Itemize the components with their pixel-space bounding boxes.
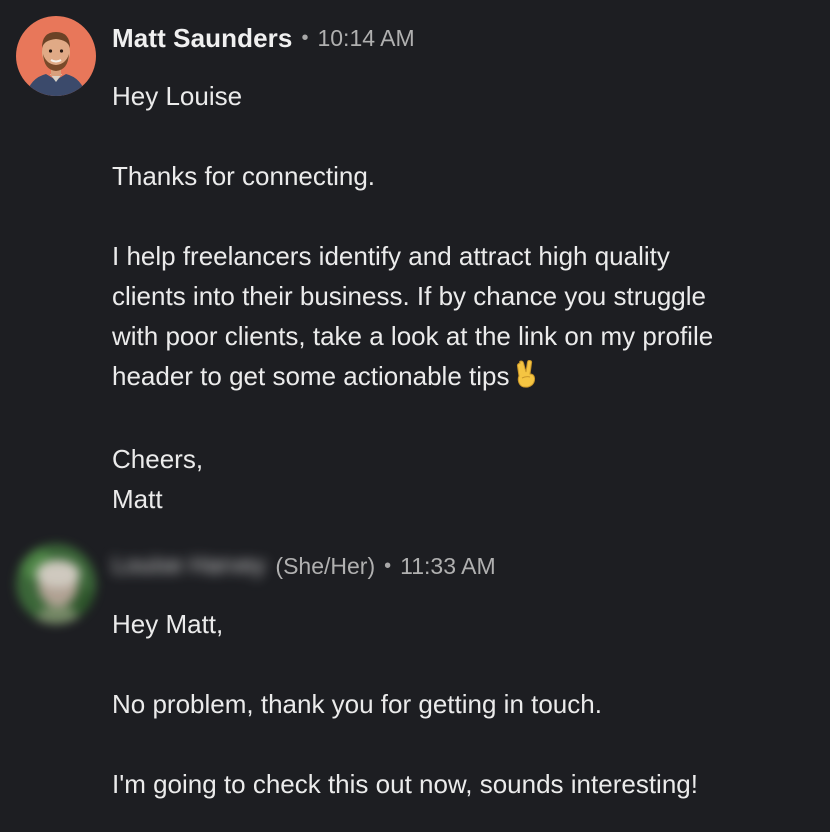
separator-dot: • (384, 554, 392, 577)
avatar[interactable] (16, 16, 96, 96)
message-line: I help freelancers identify and attract … (112, 241, 670, 271)
avatar[interactable] (16, 544, 96, 624)
message-line: with poor clients, take a look at the li… (112, 321, 714, 351)
message-line: header to get some actionable tips (112, 361, 510, 391)
message-line: I'm going to check this out now, sounds … (112, 769, 698, 799)
message-line: clients into their business. If by chanc… (112, 281, 706, 311)
sender-name[interactable]: Louise Harvey (112, 552, 265, 580)
message-line: Cheers, (112, 444, 204, 474)
message-line: No problem, thank you for getting in tou… (112, 689, 602, 719)
message-line: Matt (112, 484, 163, 514)
message-header: Louise Harvey (She/Her) • 11:33 AM (112, 548, 496, 584)
timestamp: 11:33 AM (400, 552, 496, 579)
message-header: Matt Saunders • 10:14 AM (112, 20, 415, 56)
sender-name[interactable]: Matt Saunders (112, 23, 292, 54)
message-thread: Matt Saunders • 10:14 AM Hey Louise Than… (0, 0, 830, 832)
profile-photo-icon (16, 16, 96, 96)
separator-dot: • (301, 26, 309, 49)
victory-hand-icon (515, 359, 537, 399)
message-line: Hey Louise (112, 81, 243, 111)
timestamp: 10:14 AM (317, 24, 415, 51)
message-body: Hey Matt, No problem, thank you for gett… (112, 604, 812, 804)
pronouns: (She/Her) (275, 552, 376, 579)
message-line-with-emoji: header to get some actionable tips (112, 356, 812, 399)
blurred-profile-photo-icon (16, 544, 96, 624)
message-line: Thanks for connecting. (112, 161, 376, 191)
message-body: Hey Louise Thanks for connecting. I help… (112, 76, 812, 519)
message-line: Hey Matt, (112, 609, 224, 639)
